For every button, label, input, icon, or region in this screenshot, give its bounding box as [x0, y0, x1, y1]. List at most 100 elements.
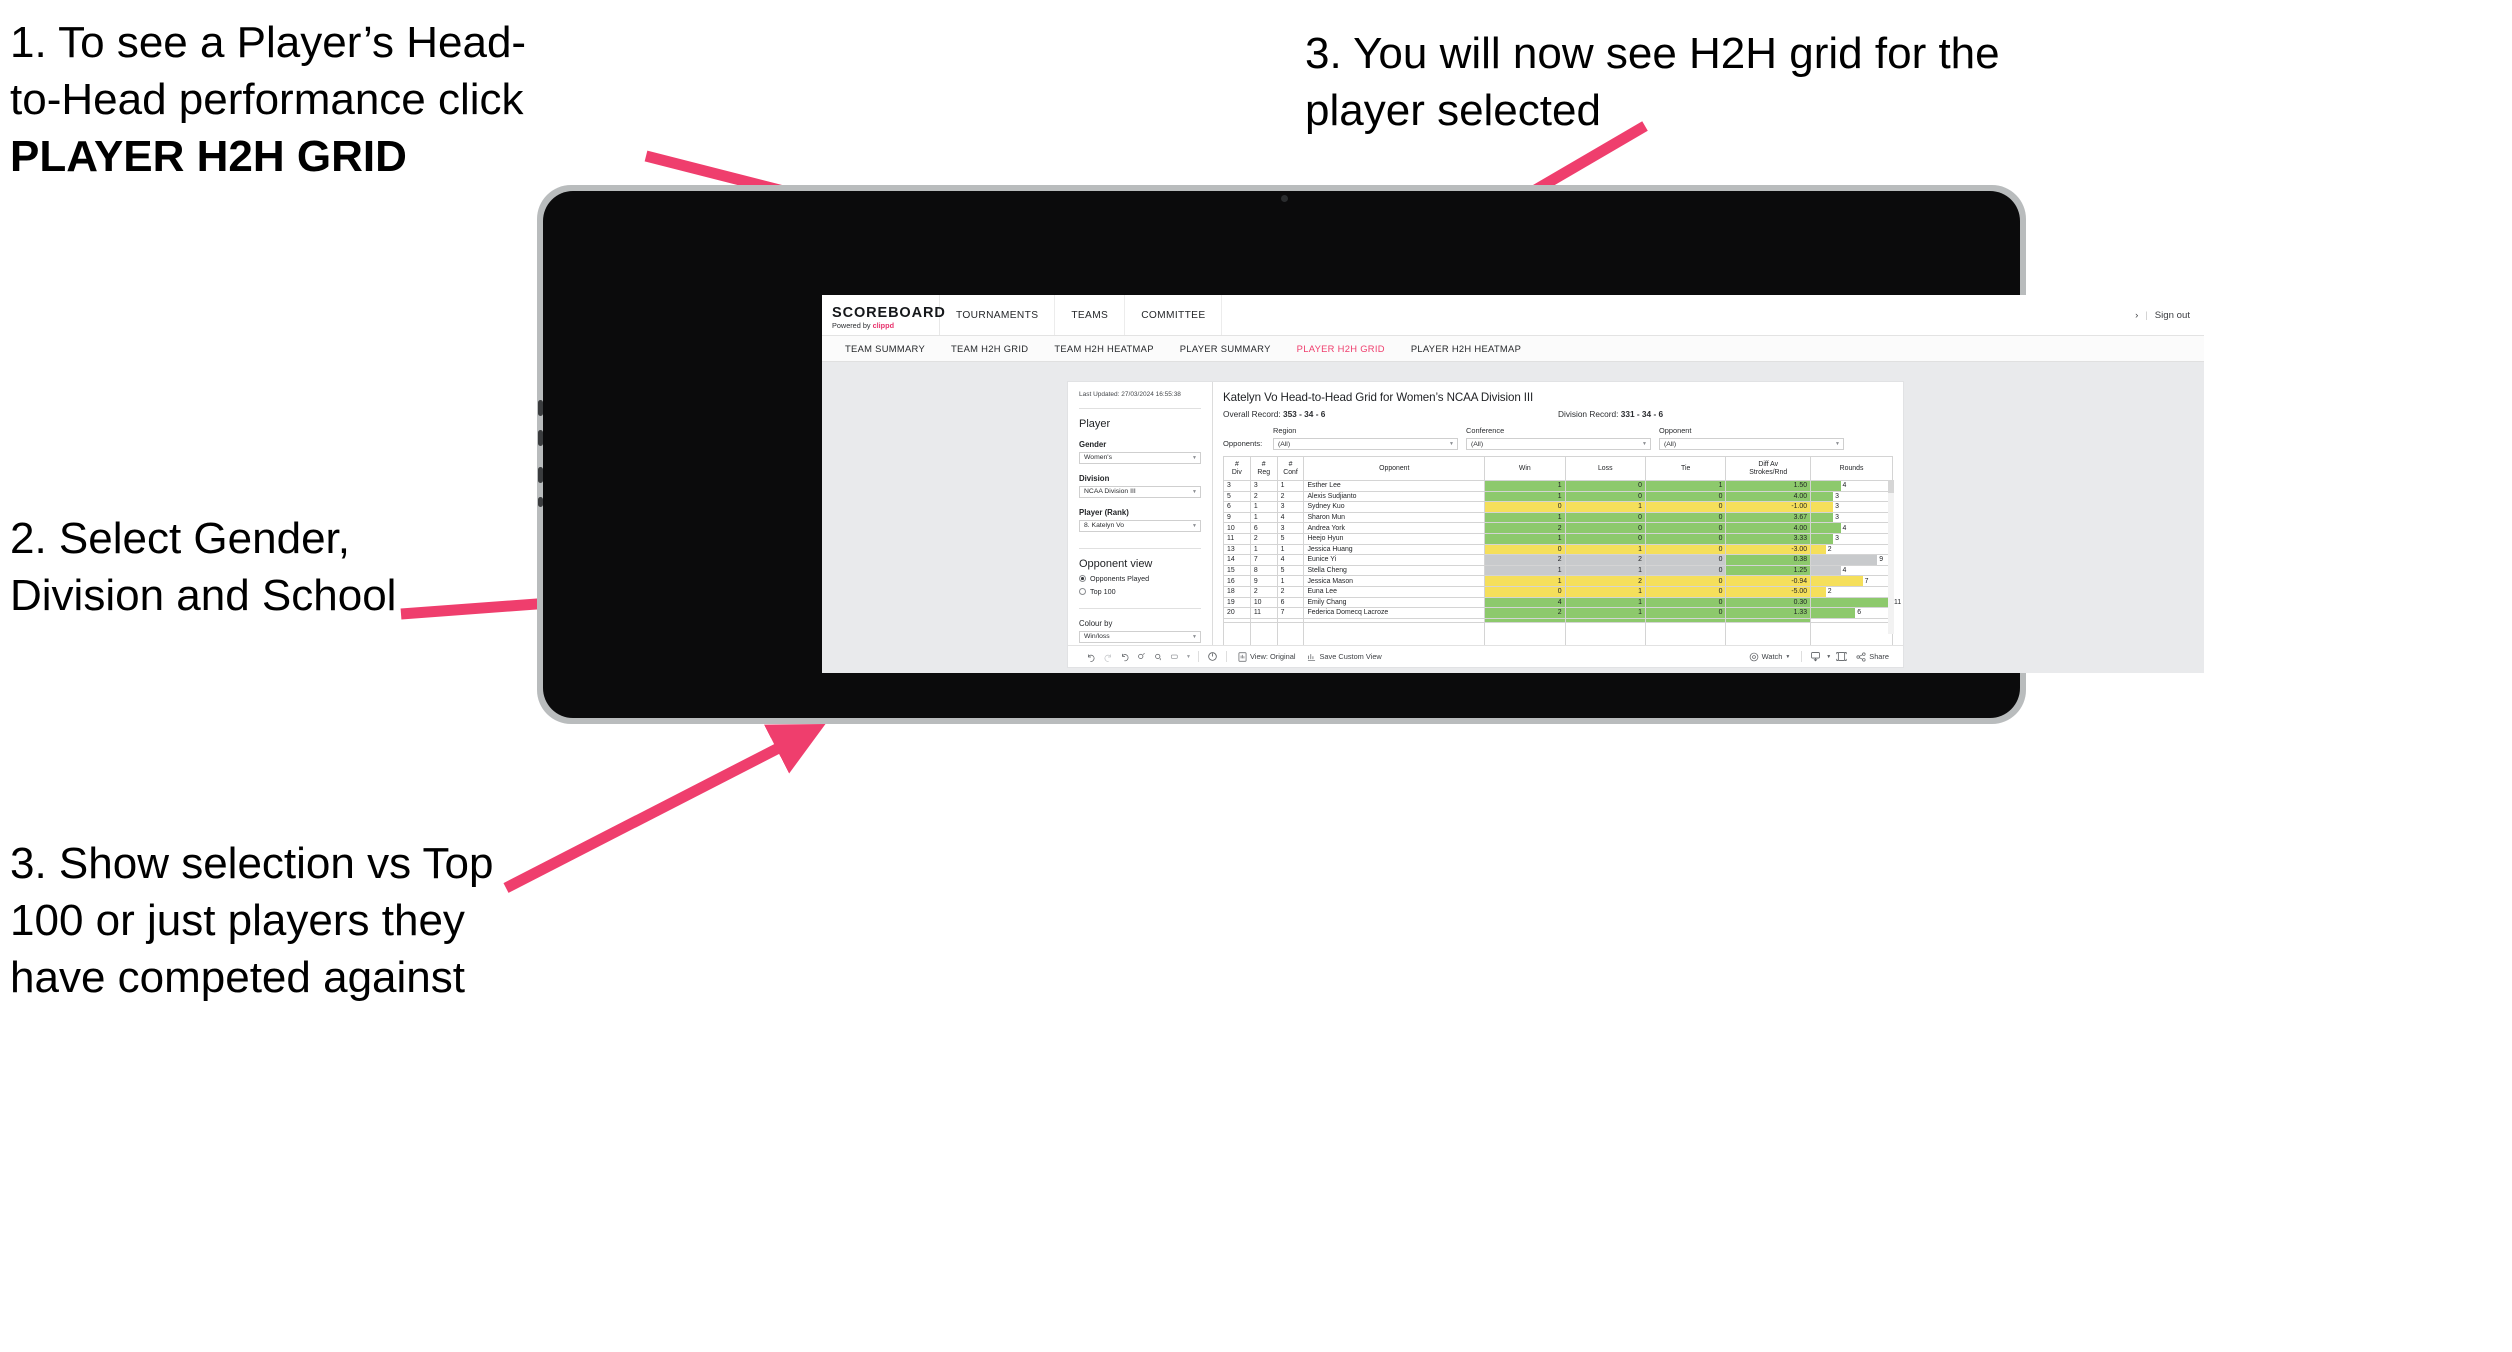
col-loss[interactable]: Loss: [1564, 456, 1646, 481]
view-original-button[interactable]: View: Original: [1232, 651, 1301, 662]
cell-opponent: Jessica Huang: [1303, 543, 1486, 556]
subtab-player-summary[interactable]: PLAYER SUMMARY: [1167, 343, 1284, 354]
rounds-bar: [1811, 512, 1834, 523]
device-preview-icon[interactable]: [1167, 648, 1184, 665]
subtab-team-h2h-heatmap[interactable]: TEAM H2H HEATMAP: [1041, 343, 1166, 354]
table-row[interactable]: 14 7 4 Eunice Yi 2 2 0 0.38 9: [1223, 554, 1893, 566]
col-win[interactable]: Win: [1484, 456, 1566, 481]
topnav-teams[interactable]: TEAMS: [1055, 295, 1126, 335]
h2h-table-body: 3 3 1 Esther Lee 1 0 1 1.50 4 5 2 2 Alexis Sudjianto…: [1223, 480, 1901, 645]
cell-loss: 1: [1564, 564, 1646, 577]
overall-record-label: Overall Record:: [1223, 409, 1281, 419]
table-row[interactable]: 16 9 1 Jessica Mason 1 2 0 -0.94 7: [1223, 575, 1893, 587]
table-row[interactable]: 18 2 2 Euna Lee 0 1 0 -5.00 2: [1223, 585, 1893, 598]
subtab-player-h2h-heatmap[interactable]: PLAYER H2H HEATMAP: [1398, 343, 1534, 354]
table-row[interactable]: 5 2 2 Alexis Sudjianto 1 0 0 4.00 3: [1223, 490, 1893, 503]
rounds-bar: [1811, 586, 1826, 597]
tablet-button-power: [538, 467, 543, 483]
cell-div: 15: [1223, 564, 1251, 577]
table-row[interactable]: 13 1 1 Jessica Huang 0 1 0 -3.00 2: [1223, 543, 1893, 556]
chevron-right-icon[interactable]: ›: [2135, 310, 2138, 321]
radio-top-100[interactable]: Top 100: [1079, 587, 1201, 596]
division-select[interactable]: NCAA Division III ▼: [1079, 485, 1201, 498]
filter-conference-select[interactable]: (All) ▼: [1466, 438, 1651, 450]
h2h-table-wrap: # Div # Reg # Conf Opponent Win Loss Tie Di…: [1223, 456, 1901, 645]
subtab-team-summary[interactable]: TEAM SUMMARY: [832, 343, 938, 354]
download-icon[interactable]: [1807, 648, 1824, 665]
filter-region-select[interactable]: (All) ▼: [1273, 438, 1458, 450]
topnav-tournaments[interactable]: TOURNAMENTS: [940, 295, 1056, 335]
cell-diff: -3.00: [1725, 543, 1812, 556]
colour-by-select[interactable]: Win/loss ▼: [1079, 630, 1201, 643]
rounds-bar: [1811, 597, 1892, 608]
rounds-bar: [1811, 555, 1878, 565]
chevron-down-icon[interactable]: ▼: [1824, 648, 1833, 665]
h2h-table: # Div # Reg # Conf Opponent Win Loss Tie Di…: [1223, 456, 1901, 645]
cell-loss: 0: [1564, 511, 1646, 524]
dashboard-body: Last Updated: 27/03/2024 16:55:38 Player…: [1068, 382, 1903, 645]
redo-icon[interactable]: [1099, 648, 1116, 665]
col-conf[interactable]: # Conf: [1276, 456, 1305, 481]
filter-pane: Last Updated: 27/03/2024 16:55:38 Player…: [1068, 382, 1213, 645]
chevron-down-icon: ▼: [1642, 441, 1647, 447]
chevron-down-icon: ▼: [1785, 653, 1791, 660]
app-logo[interactable]: SCOREBOARD Powered by clippd: [822, 295, 945, 335]
cell-conf: 1: [1276, 575, 1305, 587]
cell-empty: [1484, 621, 1566, 645]
revert-icon[interactable]: [1116, 648, 1133, 665]
filter-region: Region (All) ▼: [1273, 426, 1458, 450]
cell-conf: 4: [1276, 511, 1305, 524]
cell-div: 14: [1223, 554, 1251, 566]
radio-opponents-played-label: Opponents Played: [1090, 573, 1150, 583]
table-row[interactable]: 19 10 6 Emily Chang 4 1 0 0.30 11: [1223, 596, 1901, 609]
annotation-1: 1. To see a Player’s Head- to-Head perfo…: [10, 14, 740, 186]
pause-auto-update-icon[interactable]: [1204, 648, 1221, 665]
col-rounds[interactable]: Rounds: [1810, 456, 1893, 481]
col-reg[interactable]: # Reg: [1249, 456, 1278, 481]
fullscreen-icon[interactable]: [1833, 648, 1850, 665]
cell-diff: 3.67: [1725, 511, 1812, 524]
table-row[interactable]: 10 6 3 Andrea York 2 0 0 4.00 4: [1223, 522, 1893, 534]
col-tie[interactable]: Tie: [1644, 456, 1727, 481]
pause-updates-icon[interactable]: [1150, 648, 1167, 665]
cell-conf: 2: [1276, 585, 1305, 598]
undo-icon[interactable]: [1082, 648, 1099, 665]
sign-out-link[interactable]: Sign out: [2155, 310, 2190, 321]
refresh-icon[interactable]: [1133, 648, 1150, 665]
cell-reg: 8: [1249, 564, 1278, 577]
table-scrollbar[interactable]: [1888, 480, 1894, 634]
player-rank-select[interactable]: 8. Katelyn Vo ▼: [1079, 519, 1201, 532]
cell-win: 1: [1484, 490, 1566, 503]
table-row[interactable]: 20 11 7 Federica Domecq Lacroze 2 1 0 1.33 6: [1223, 607, 1893, 619]
subtab-team-h2h-grid[interactable]: TEAM H2H GRID: [938, 343, 1041, 354]
radio-opponents-played[interactable]: Opponents Played: [1079, 574, 1201, 583]
share-button[interactable]: Share: [1850, 652, 1903, 662]
table-row[interactable]: 15 8 5 Stella Cheng 1 1 0 1.25 4: [1223, 564, 1893, 577]
divider: [1079, 547, 1201, 549]
topnav-spacer: [1222, 295, 2135, 335]
cell-opponent: Eunice Yi: [1303, 554, 1486, 566]
dashboard-card: Last Updated: 27/03/2024 16:55:38 Player…: [1068, 382, 1903, 667]
topnav-committee[interactable]: COMMITTEE: [1125, 295, 1223, 335]
table-row[interactable]: 9 1 4 Sharon Mun 1 0 0 3.67 3: [1223, 511, 1893, 524]
rounds-bar: [1811, 523, 1841, 533]
rounds-bar: [1811, 608, 1856, 618]
logo-subtitle-prefix: Powered by: [832, 321, 873, 331]
table-row[interactable]: 3 3 1 Esther Lee 1 0 1 1.50 4: [1223, 480, 1893, 492]
app-header: SCOREBOARD Powered by clippd TOURNAMENTS…: [822, 295, 2204, 336]
rounds-bar: [1811, 502, 1834, 512]
gender-select[interactable]: Women's ▼: [1079, 451, 1201, 464]
table-row[interactable]: 6 1 3 Sydney Kuo 0 1 0 -1.00 3: [1223, 501, 1893, 513]
save-custom-view-button[interactable]: Save Custom View: [1301, 652, 1387, 662]
subtab-player-h2h-grid[interactable]: PLAYER H2H GRID: [1284, 343, 1398, 354]
table-row[interactable]: 11 2 5 Heejo Hyun 1 0 0 3.33 3: [1223, 532, 1893, 545]
scrollbar-thumb[interactable]: [1888, 480, 1894, 493]
watch-button[interactable]: Watch ▼: [1743, 652, 1797, 662]
col-diff[interactable]: Diff Av Strokes/Rnd: [1725, 456, 1812, 481]
chevron-down-icon[interactable]: ▼: [1184, 648, 1193, 665]
filter-opponent-select[interactable]: (All) ▼: [1659, 438, 1844, 450]
cell-conf: 5: [1276, 532, 1305, 545]
col-div[interactable]: # Div: [1223, 456, 1251, 481]
col-opponent[interactable]: Opponent: [1303, 456, 1486, 481]
logo-brand-clippd: clippd: [872, 321, 895, 331]
